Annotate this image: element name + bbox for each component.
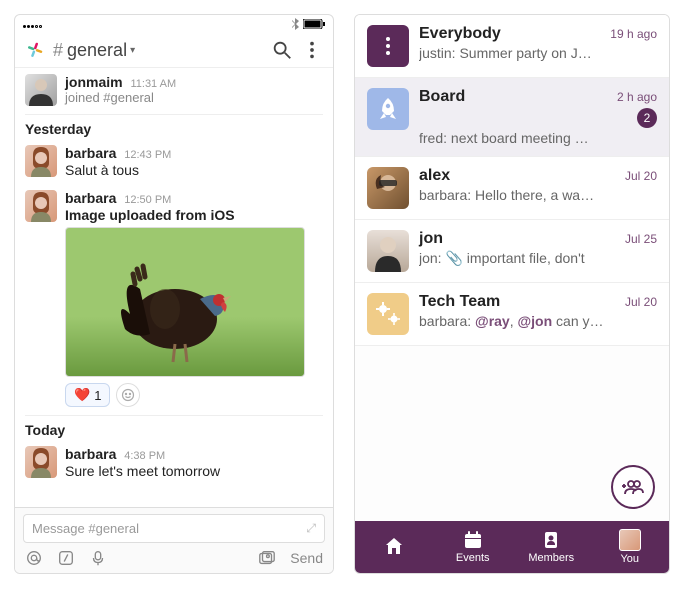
message-author: barbara — [65, 190, 116, 206]
channel-title[interactable]: #general ▾ — [53, 40, 263, 61]
message-author: barbara — [65, 145, 116, 161]
send-button[interactable]: Send — [290, 550, 323, 566]
group-icon — [367, 25, 409, 67]
channel-header: #general ▾ — [15, 33, 333, 68]
channels-phone: Everybody 19 h ago justin: Summer party … — [354, 14, 670, 574]
chevron-down-icon: ▾ — [130, 45, 135, 56]
row-name: jon — [419, 230, 443, 248]
slack-phone: #general ▾ jonmaim 11:31 AM joined #gene… — [14, 14, 334, 574]
avatar — [367, 167, 409, 209]
row-name: Board — [419, 88, 465, 106]
tab-label: Events — [456, 552, 490, 564]
unread-badge: 2 — [637, 108, 657, 128]
conversation-row-jon[interactable]: jon Jul 25 jon: 📎 important file, don't — [355, 220, 669, 283]
slash-command-icon[interactable] — [57, 549, 75, 567]
reaction-count: 1 — [94, 388, 101, 403]
gears-icon — [367, 293, 409, 335]
mention: @jon — [518, 313, 553, 329]
row-time: Jul 20 — [625, 295, 657, 309]
tab-label: You — [620, 553, 639, 565]
message-attachment-title: Image uploaded from iOS — [65, 207, 323, 223]
row-name: alex — [419, 167, 450, 185]
message-time: 12:50 PM — [124, 194, 171, 206]
conversation-row-everybody[interactable]: Everybody 19 h ago justin: Summer party … — [355, 15, 669, 78]
microphone-icon[interactable] — [89, 549, 107, 567]
rocket-icon — [367, 88, 409, 130]
conversation-row-techteam[interactable]: Tech Team Jul 20 barbara: @ray, @jon can… — [355, 283, 669, 346]
row-preview: barbara: @ray, @jon can y… — [419, 313, 657, 329]
mention-icon[interactable] — [25, 549, 43, 567]
add-reaction-button[interactable] — [116, 383, 140, 407]
message-time: 4:38 PM — [124, 450, 165, 462]
signal-dots — [23, 20, 42, 28]
row-preview: barbara: Hello there, a wa… — [419, 187, 657, 203]
paperclip-icon: 📎 — [445, 250, 462, 266]
message-author: jonmaim — [65, 74, 123, 90]
mention: @ray — [475, 313, 510, 329]
photo-icon[interactable] — [258, 549, 276, 567]
row-name: Everybody — [419, 25, 501, 43]
row-time: 2 h ago — [617, 90, 657, 104]
conversation-row-board[interactable]: Board 2 h ago 2 fred: next board meeting… — [355, 78, 669, 157]
channel-name: general — [67, 40, 127, 61]
row-preview: fred: next board meeting … — [419, 130, 657, 146]
new-group-button[interactable] — [611, 465, 655, 509]
conversation-row-alex[interactable]: alex Jul 20 barbara: Hello there, a wa… — [355, 157, 669, 220]
row-time: Jul 25 — [625, 232, 657, 246]
add-people-icon — [621, 475, 645, 499]
heart-icon: ❤️ — [74, 387, 90, 403]
row-name: Tech Team — [419, 293, 500, 311]
message-text: Salut à tous — [65, 162, 323, 178]
avatar[interactable] — [25, 446, 57, 478]
reaction-heart[interactable]: ❤️ 1 — [65, 383, 110, 407]
tab-events[interactable]: Events — [434, 521, 513, 573]
avatar — [619, 529, 641, 551]
message-row[interactable]: barbara 12:50 PM Image uploaded from iOS — [25, 184, 323, 413]
avatar — [367, 230, 409, 272]
members-icon — [541, 530, 561, 550]
tab-home[interactable] — [355, 521, 434, 573]
message-composer: Message #general ⤢ Send — [15, 507, 333, 573]
avatar[interactable] — [25, 145, 57, 177]
row-time: 19 h ago — [610, 27, 657, 41]
message-text: Sure let's meet tomorrow — [65, 463, 323, 479]
row-preview: justin: Summer party on J… — [419, 45, 657, 61]
image-attachment[interactable] — [65, 227, 305, 377]
expand-icon[interactable]: ⤢ — [306, 521, 316, 536]
message-row[interactable]: barbara 12:43 PM Salut à tous — [25, 139, 323, 184]
smiley-plus-icon — [121, 388, 135, 402]
composer-placeholder: Message #general — [32, 521, 139, 536]
home-icon — [384, 536, 404, 556]
message-author: barbara — [65, 446, 116, 462]
date-separator: Today — [25, 415, 323, 440]
avatar[interactable] — [25, 190, 57, 222]
calendar-icon — [463, 530, 483, 550]
row-preview: jon: 📎 important file, don't — [419, 250, 657, 267]
date-separator: Yesterday — [25, 114, 323, 139]
search-icon[interactable] — [271, 39, 293, 61]
message-system-text: joined #general — [65, 90, 323, 105]
tab-bar: Events Members You — [355, 521, 669, 573]
tab-you[interactable]: You — [591, 521, 670, 573]
message-row[interactable]: barbara 4:38 PM Sure let's meet tomorrow — [25, 440, 323, 485]
slack-logo-icon — [25, 40, 45, 60]
status-bar — [15, 15, 333, 33]
composer-input[interactable]: Message #general ⤢ — [23, 514, 325, 543]
more-icon[interactable] — [301, 39, 323, 61]
message-time: 12:43 PM — [124, 149, 171, 161]
battery-bluetooth — [292, 18, 325, 30]
tab-label: Members — [528, 552, 574, 564]
row-time: Jul 20 — [625, 169, 657, 183]
conversation-list[interactable]: Everybody 19 h ago justin: Summer party … — [355, 15, 669, 521]
message-row[interactable]: jonmaim 11:31 AM joined #general — [25, 68, 323, 112]
avatar[interactable] — [25, 74, 57, 106]
message-time: 11:31 AM — [130, 78, 176, 90]
tab-members[interactable]: Members — [512, 521, 591, 573]
message-list[interactable]: jonmaim 11:31 AM joined #general Yesterd… — [15, 68, 333, 507]
turkey-image — [105, 244, 265, 374]
